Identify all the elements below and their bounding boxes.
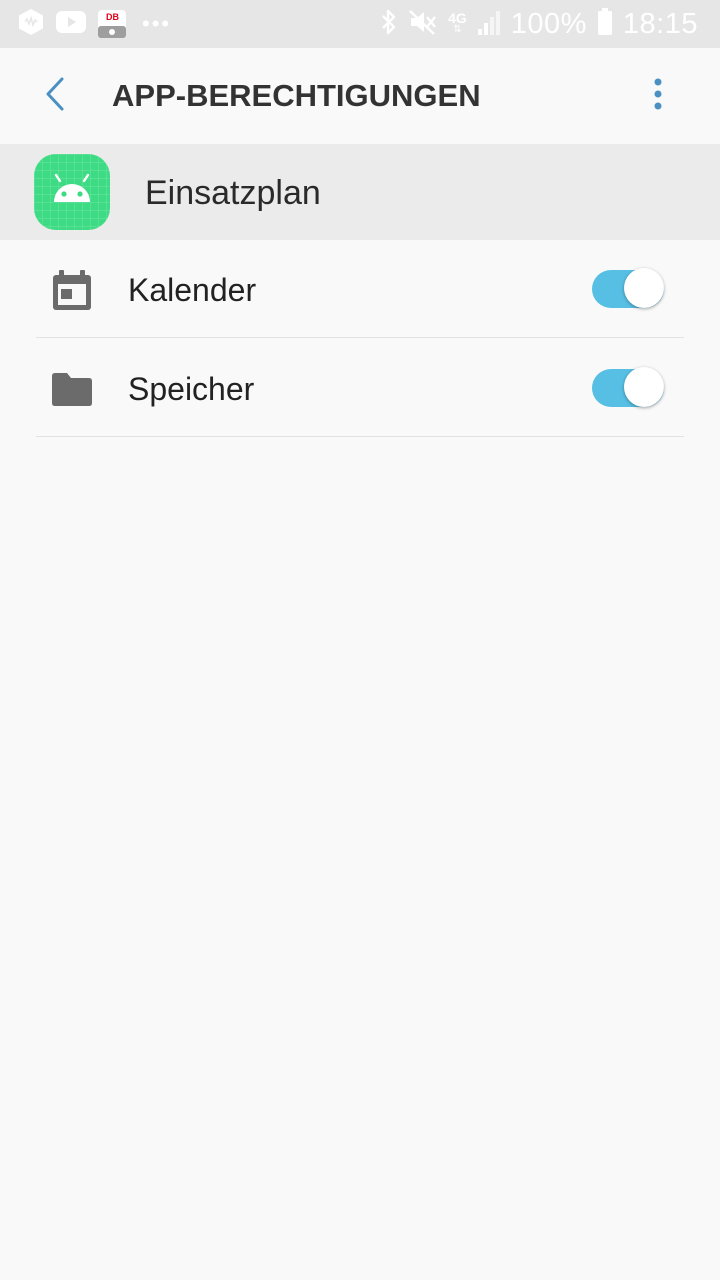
app-header: Einsatzplan	[0, 144, 720, 240]
divider	[36, 337, 684, 338]
folder-icon	[50, 367, 94, 411]
back-button[interactable]	[30, 70, 82, 122]
youtube-icon	[56, 10, 86, 38]
android-app-icon	[34, 154, 110, 230]
storage-permission-toggle[interactable]	[592, 367, 668, 409]
more-options-button[interactable]	[632, 70, 684, 122]
status-bar: DB ••• 4G ⇅ 100% 18:15	[0, 0, 720, 48]
db-label: DB	[106, 12, 119, 22]
status-bar-left: DB •••	[18, 8, 172, 41]
back-arrow-icon	[42, 76, 70, 117]
permission-row-storage[interactable]: Speicher	[0, 339, 720, 437]
toggle-knob	[624, 367, 664, 407]
network-4g-icon: 4G ⇅	[448, 10, 467, 35]
signal-icon	[477, 9, 501, 40]
permission-label: Kalender	[128, 272, 257, 308]
calendar-permission-toggle[interactable]	[592, 268, 668, 310]
page-title: APP-BERECHTIGUNGEN	[112, 78, 481, 113]
db-navigator-icon: DB	[98, 10, 126, 38]
mute-icon	[408, 8, 438, 41]
divider	[36, 436, 684, 437]
app-hexagon-icon	[18, 8, 44, 41]
more-notifications-icon: •••	[142, 11, 172, 36]
app-bar: APP-BERECHTIGUNGEN	[0, 48, 720, 145]
app-name: Einsatzplan	[145, 174, 321, 212]
status-bar-right: 4G ⇅ 100% 18:15	[380, 7, 698, 41]
toggle-knob	[624, 268, 664, 308]
more-options-icon	[653, 76, 663, 117]
battery-icon	[597, 7, 613, 41]
bluetooth-icon	[380, 8, 398, 41]
permission-label: Speicher	[128, 371, 255, 407]
clock: 18:15	[622, 7, 698, 40]
calendar-icon	[50, 268, 94, 312]
network-type-label: 4G	[448, 10, 467, 26]
permission-row-calendar[interactable]: Kalender	[0, 240, 720, 338]
battery-percent: 100%	[510, 7, 587, 40]
